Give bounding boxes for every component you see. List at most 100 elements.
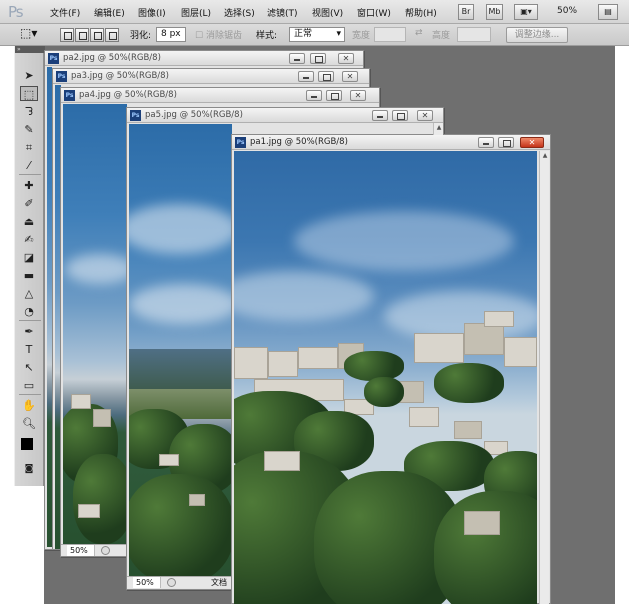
ps-logo: Ps xyxy=(8,3,24,21)
width-label: 宽度 xyxy=(352,31,371,41)
menu-select[interactable]: 选择(S) xyxy=(224,6,255,19)
arrange-documents-button[interactable]: ▣▾ xyxy=(514,4,538,20)
status-zoom[interactable]: 50% xyxy=(133,577,161,588)
status-info-icon[interactable] xyxy=(167,578,176,587)
hand-tool-icon[interactable]: ✋ xyxy=(20,398,38,413)
status-info-icon[interactable] xyxy=(101,546,110,555)
pen-tool-icon[interactable]: ✒ xyxy=(20,324,38,339)
document-canvas[interactable] xyxy=(234,151,537,604)
healing-brush-tool-icon[interactable]: ✚ xyxy=(20,178,38,193)
height-input[interactable] xyxy=(457,27,491,42)
intersect-selection-icon[interactable] xyxy=(105,28,119,42)
maximize-button[interactable] xyxy=(326,90,342,101)
dodge-tool-icon[interactable]: ◔ xyxy=(20,304,38,319)
menu-image[interactable]: 图像(I) xyxy=(138,6,166,19)
new-selection-icon[interactable] xyxy=(60,28,74,42)
marquee-tool-preset-icon[interactable]: ⬚▾ xyxy=(20,26,37,40)
minimize-button[interactable] xyxy=(298,71,314,82)
mini-bridge-button[interactable]: Mb xyxy=(486,4,503,20)
document-titlebar[interactable]: Ps pa5.jpg @ 50%(RGB/8) ✕ xyxy=(127,108,443,123)
minimize-button[interactable] xyxy=(372,110,388,121)
scroll-up-icon[interactable]: ▲ xyxy=(435,124,443,132)
style-select[interactable]: 正常 ▾ xyxy=(289,27,345,42)
rect-marquee-tool-icon[interactable]: ⬚ xyxy=(20,86,38,101)
status-zoom[interactable]: 50% xyxy=(67,545,95,556)
close-button[interactable]: ✕ xyxy=(342,71,358,82)
document-title: pa1.jpg @ 50%(RGB/8) xyxy=(250,137,348,147)
panel-grip[interactable]: » xyxy=(15,46,45,53)
maximize-button[interactable] xyxy=(318,71,334,82)
crop-tool-icon[interactable]: ⌗ xyxy=(20,140,38,155)
width-input[interactable] xyxy=(374,27,406,42)
subtract-selection-icon[interactable] xyxy=(90,28,104,42)
close-button[interactable]: ✕ xyxy=(417,110,433,121)
feather-input[interactable]: 8 px xyxy=(156,27,186,42)
bridge-button[interactable]: Br xyxy=(458,4,474,20)
antialias-checkbox[interactable]: ☐ 消除锯齿 xyxy=(195,28,242,41)
menu-layer[interactable]: 图层(L) xyxy=(181,6,211,19)
document-title: pa4.jpg @ 50%(RGB/8) xyxy=(79,90,177,100)
zoom-tool-icon[interactable]: 🔍︎ xyxy=(20,416,38,431)
menu-view[interactable]: 视图(V) xyxy=(312,6,343,19)
lasso-tool-icon[interactable]: ᘊ xyxy=(20,104,38,119)
type-tool-icon[interactable]: T xyxy=(20,342,38,357)
menu-edit[interactable]: 编辑(E) xyxy=(94,6,125,19)
vertical-scrollbar[interactable]: ▲ xyxy=(539,151,549,604)
move-tool-icon[interactable]: ➤ xyxy=(20,68,38,83)
maximize-button[interactable] xyxy=(310,53,326,64)
close-button[interactable]: ✕ xyxy=(350,90,366,101)
foreground-color-swatch[interactable] xyxy=(21,438,33,450)
path-select-tool-icon[interactable]: ↖ xyxy=(20,360,38,375)
document-window-pa1[interactable]: Ps pa1.jpg @ 50%(RGB/8) ✕ ▲ xyxy=(231,134,551,604)
blur-tool-icon[interactable]: △ xyxy=(20,286,38,301)
style-select-value: 正常 xyxy=(294,29,313,39)
refine-edge-button[interactable]: 调整边缘... xyxy=(506,27,568,43)
antialias-label: 消除锯齿 xyxy=(205,31,242,41)
clone-stamp-tool-icon[interactable]: ⏏ xyxy=(20,214,38,229)
vertical-scrollbar[interactable]: ▲ xyxy=(433,123,443,135)
maximize-button[interactable] xyxy=(498,137,514,148)
ps-doc-icon: Ps xyxy=(56,71,67,82)
quick-mask-icon[interactable]: ◙ xyxy=(20,462,38,477)
document-titlebar[interactable]: Ps pa3.jpg @ 50%(RGB/8) ✕ xyxy=(53,69,369,84)
tools-divider xyxy=(19,320,41,321)
menu-filter[interactable]: 滤镜(T) xyxy=(267,6,298,19)
height-label: 高度 xyxy=(432,31,451,41)
document-canvas[interactable] xyxy=(63,104,127,548)
ps-doc-icon: Ps xyxy=(235,137,246,148)
add-selection-icon[interactable] xyxy=(75,28,89,42)
style-label: 样式: xyxy=(256,31,278,41)
tools-divider xyxy=(19,174,41,175)
close-button[interactable]: ✕ xyxy=(520,137,544,148)
maximize-button[interactable] xyxy=(392,110,408,121)
status-doc-info: 文档 xyxy=(211,578,227,587)
gradient-tool-icon[interactable]: ▬ xyxy=(20,268,38,283)
minimize-button[interactable] xyxy=(306,90,322,101)
ps-doc-icon: Ps xyxy=(130,110,141,121)
options-bar: ⬚▾ 羽化: 8 px ☐ 消除锯齿 样式: 正常 ▾ 宽度 ⇄ 高度 调整边缘.… xyxy=(0,24,629,46)
document-titlebar[interactable]: Ps pa2.jpg @ 50%(RGB/8) ✕ xyxy=(45,51,363,66)
swap-icon[interactable]: ⇄ xyxy=(415,28,423,38)
document-canvas[interactable] xyxy=(129,124,232,576)
menu-window[interactable]: 窗口(W) xyxy=(357,6,391,19)
screen-mode-button[interactable]: ▤ xyxy=(598,4,618,20)
minimize-button[interactable] xyxy=(289,53,305,64)
minimize-button[interactable] xyxy=(478,137,494,148)
history-brush-tool-icon[interactable]: ✍ xyxy=(20,232,38,247)
tools-divider xyxy=(19,394,41,395)
menu-help[interactable]: 帮助(H) xyxy=(405,6,437,19)
scroll-up-icon[interactable]: ▲ xyxy=(541,152,549,160)
menu-file[interactable]: 文件(F) xyxy=(50,6,80,19)
eyedropper-tool-icon[interactable]: ⁄ xyxy=(20,158,38,173)
page-margin xyxy=(615,46,629,604)
zoom-level-readout[interactable]: 50% xyxy=(557,6,577,16)
quick-select-tool-icon[interactable]: ✎ xyxy=(20,122,38,137)
shape-tool-icon[interactable]: ▭ xyxy=(20,378,38,393)
tools-panel: » ➤ ⬚ ᘊ ✎ ⌗ ⁄ ✚ ✐ ⏏ ✍ ◪ ▬ △ ◔ ✒ T ↖ ▭ ✋ … xyxy=(14,46,45,486)
document-titlebar[interactable]: Ps pa1.jpg @ 50%(RGB/8) ✕ xyxy=(232,135,550,150)
ps-doc-icon: Ps xyxy=(48,53,59,64)
close-button[interactable]: ✕ xyxy=(338,53,354,64)
document-titlebar[interactable]: Ps pa4.jpg @ 50%(RGB/8) ✕ xyxy=(61,88,379,103)
eraser-tool-icon[interactable]: ◪ xyxy=(20,250,38,265)
brush-tool-icon[interactable]: ✐ xyxy=(20,196,38,211)
